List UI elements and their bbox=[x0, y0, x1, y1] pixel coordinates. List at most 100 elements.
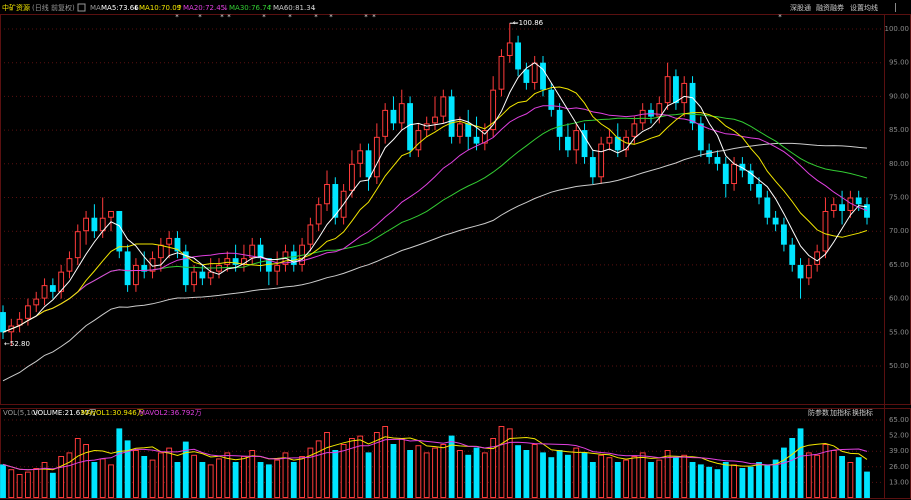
event-marker-icon[interactable]: * bbox=[329, 13, 333, 21]
candle-body-up bbox=[398, 103, 405, 124]
candle-body-down bbox=[515, 42, 521, 70]
ma-label-2: MA10:70.09 bbox=[139, 4, 181, 12]
header-button-2[interactable]: 融资融券 bbox=[816, 3, 844, 12]
volume-bar-down bbox=[465, 454, 472, 498]
candle-body-up bbox=[166, 237, 173, 245]
volume-bar-up bbox=[681, 454, 688, 498]
ma-arrow-icon: ↑ bbox=[267, 4, 273, 12]
ma-arrow-icon: ↓ bbox=[223, 4, 229, 12]
candle-body-up bbox=[814, 251, 821, 265]
volume-button-1[interactable]: 防参数 bbox=[808, 408, 829, 417]
price-tick-label: 55.00 bbox=[889, 328, 909, 336]
candle-body-up bbox=[639, 109, 646, 124]
price-tick-label: 65.00 bbox=[889, 261, 909, 269]
volume-bar-up bbox=[74, 438, 81, 498]
candle-body-down bbox=[91, 217, 98, 232]
volume-bar-up bbox=[573, 447, 580, 499]
volume-bar-up bbox=[224, 452, 231, 498]
volume-bar-down bbox=[91, 462, 98, 498]
candle-body-up bbox=[207, 271, 214, 279]
price-tick-label: 70.00 bbox=[889, 227, 909, 235]
volume-bar-up bbox=[606, 457, 613, 499]
event-marker-icon[interactable]: * bbox=[198, 13, 202, 21]
volume-tick-label: 65.00 bbox=[889, 416, 909, 424]
volume-tick-label: 26.00 bbox=[889, 463, 909, 471]
volume-button-3[interactable]: 换指标 bbox=[852, 408, 873, 417]
candle-body-down bbox=[797, 264, 804, 279]
price-tick-label: 80.00 bbox=[889, 160, 909, 168]
volume-label-4: MAVOL2:36.792万 bbox=[139, 409, 202, 417]
candle-body-up bbox=[432, 116, 438, 124]
volume-bar-down bbox=[772, 459, 779, 498]
volume-bar-up bbox=[299, 456, 305, 498]
event-marker-icon[interactable]: * bbox=[220, 13, 224, 21]
event-marker-icon[interactable]: * bbox=[227, 13, 231, 21]
candle-body-down bbox=[49, 285, 56, 292]
volume-bar-down bbox=[589, 462, 596, 498]
ma30-line bbox=[2, 112, 868, 333]
volume-bar-up bbox=[108, 464, 114, 498]
header-collapse-icon[interactable] bbox=[895, 3, 896, 12]
candle-body-up bbox=[41, 285, 48, 299]
volume-bar-up bbox=[133, 450, 139, 498]
candle-body-down bbox=[465, 123, 472, 137]
ma-arrow-icon: ↓ bbox=[133, 4, 139, 12]
event-marker-icon[interactable]: * bbox=[372, 13, 376, 21]
volume-bar-down bbox=[614, 462, 621, 498]
candle-body-up bbox=[440, 96, 447, 117]
candle-body-up bbox=[606, 136, 613, 144]
volume-bar-up bbox=[423, 452, 430, 498]
header-button-3[interactable]: 设置均线 bbox=[850, 3, 878, 12]
volume-bar-up bbox=[8, 469, 15, 499]
event-marker-icon[interactable]: * bbox=[314, 13, 318, 21]
volume-bar-up bbox=[66, 452, 73, 498]
volume-bar-up bbox=[415, 445, 422, 499]
volume-bar-down bbox=[257, 462, 264, 498]
candle-body-up bbox=[681, 82, 688, 104]
candle-body-down bbox=[589, 157, 596, 178]
volume-tick-label: 52.00 bbox=[889, 432, 909, 440]
volume-bar-down bbox=[199, 462, 206, 498]
event-marker-icon[interactable]: * bbox=[175, 13, 179, 21]
candle-body-up bbox=[133, 264, 139, 286]
volume-bar-down bbox=[265, 464, 272, 498]
volume-bar-down bbox=[232, 462, 239, 498]
candle-body-up bbox=[373, 136, 380, 178]
ma-label-3: MA20:72.45 bbox=[183, 4, 225, 12]
event-marker-icon[interactable]: * bbox=[262, 13, 266, 21]
ma-arrow-icon: ↑ bbox=[177, 4, 183, 12]
price-tick-label: 100.00 bbox=[885, 25, 910, 33]
candle-body-up bbox=[457, 123, 463, 137]
event-marker-icon[interactable]: * bbox=[288, 13, 292, 21]
header-button-1[interactable]: 深股通 bbox=[790, 3, 811, 12]
volume-bar-down bbox=[789, 438, 796, 498]
event-marker-icon[interactable]: * bbox=[778, 13, 782, 21]
period-note: (日线 前复权) bbox=[32, 3, 75, 12]
volume-bar-down bbox=[407, 450, 413, 498]
volume-bar-down bbox=[714, 469, 721, 498]
candle-body-down bbox=[855, 197, 862, 205]
price-tick-label: 60.00 bbox=[889, 295, 909, 303]
candle-body-down bbox=[0, 312, 6, 333]
candle-body-down bbox=[747, 170, 754, 185]
candle-body-up bbox=[74, 231, 81, 259]
volume-bar-up bbox=[99, 458, 106, 498]
volume-bar-up bbox=[25, 471, 31, 499]
volume-bar-down bbox=[523, 450, 530, 498]
event-marker-icon[interactable]: * bbox=[364, 13, 368, 21]
candle-body-up bbox=[191, 271, 197, 286]
price-tick-label: 50.00 bbox=[889, 362, 909, 370]
settings-box-icon[interactable] bbox=[77, 3, 86, 12]
volume-bar-down bbox=[0, 464, 6, 498]
candle-body-down bbox=[764, 197, 771, 218]
volume-button-2[interactable]: 加指标 bbox=[830, 408, 851, 417]
candle-body-down bbox=[540, 62, 546, 90]
candle-body-down bbox=[756, 184, 762, 198]
volume-bar-up bbox=[432, 447, 438, 499]
volume-bar-up bbox=[631, 456, 638, 498]
volume-bar-up bbox=[207, 464, 214, 498]
candle-body-up bbox=[66, 258, 73, 272]
stock-name[interactable]: 中矿资源 bbox=[2, 3, 30, 12]
volume-tick-label: 39.00 bbox=[889, 447, 909, 455]
volume-bar-down bbox=[174, 462, 181, 498]
